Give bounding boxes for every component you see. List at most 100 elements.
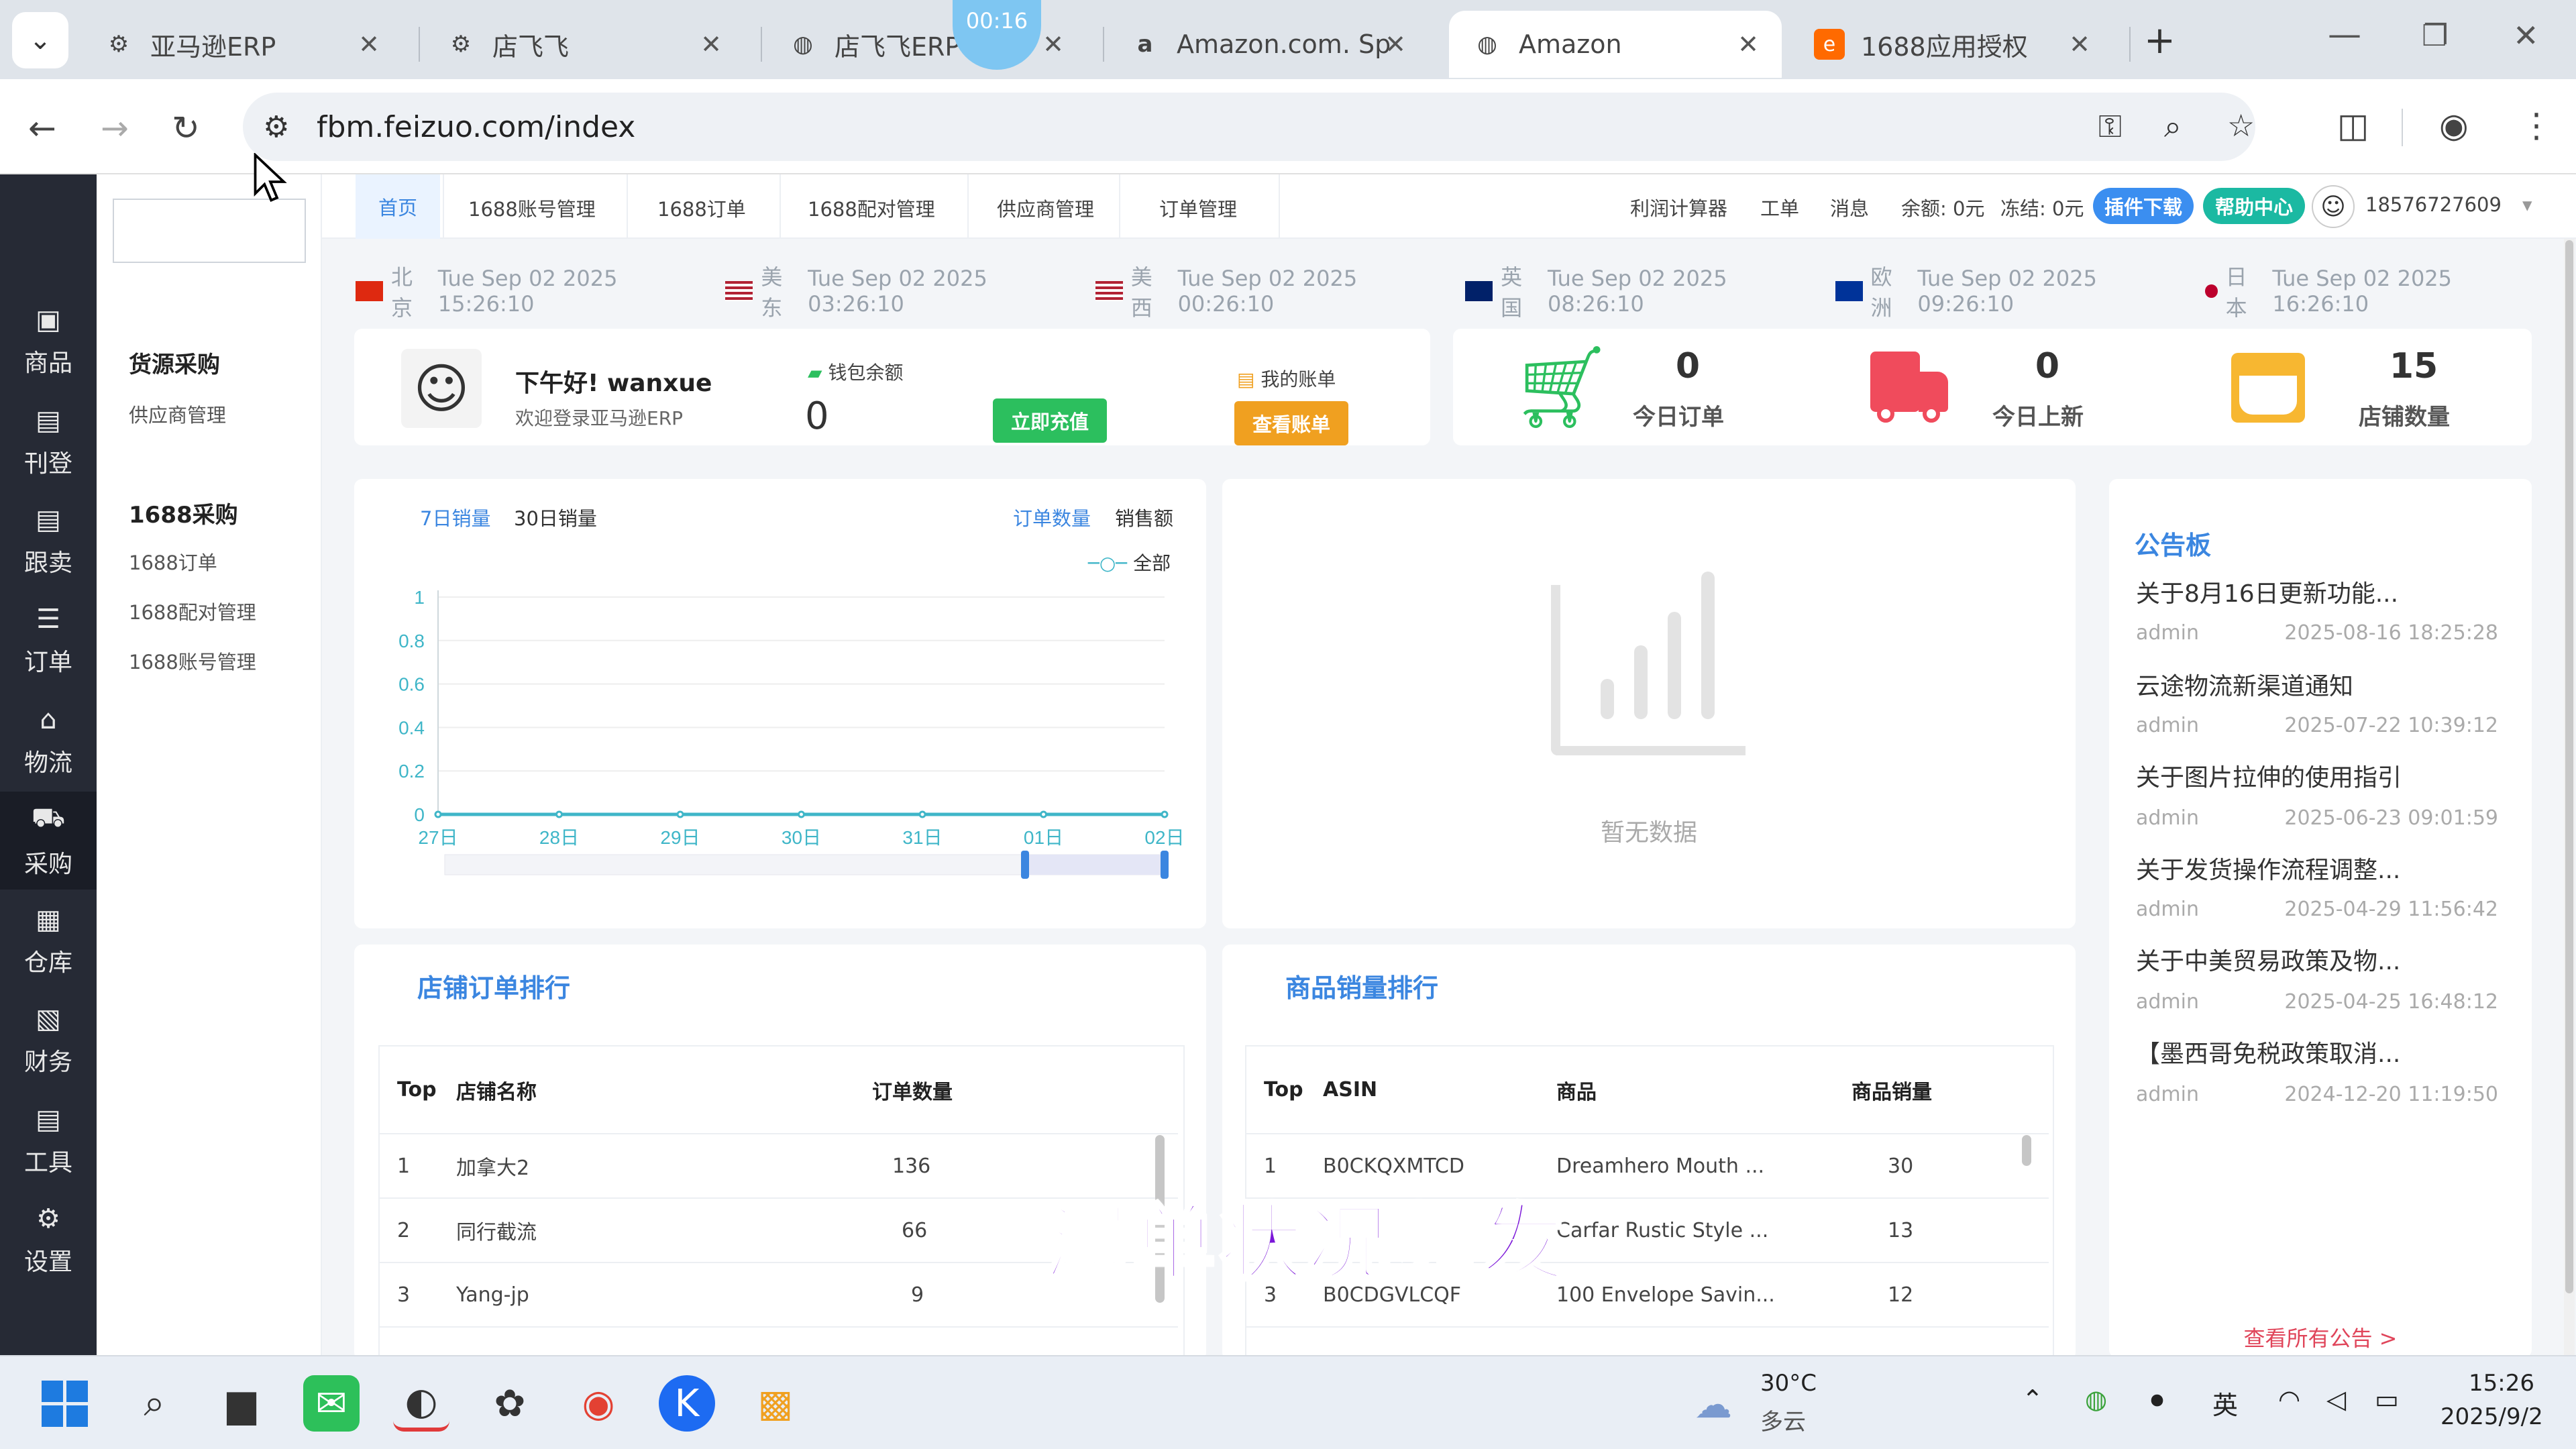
extensions-icon[interactable]: ◫ bbox=[2337, 106, 2369, 145]
minimize-icon[interactable]: — bbox=[2328, 15, 2361, 54]
sidebar-item-tools[interactable]: ▤ 工具 bbox=[0, 1092, 97, 1190]
tab-order-management[interactable]: 订单管理 bbox=[1159, 191, 1237, 225]
task-view-icon[interactable]: ▆ bbox=[213, 1375, 270, 1432]
restore-icon[interactable]: ❐ bbox=[2422, 19, 2448, 53]
new-tab-icon[interactable]: + bbox=[2144, 19, 2176, 62]
sidebar-item-orders[interactable]: ☰ 订单 bbox=[0, 592, 97, 690]
close-icon[interactable]: ✕ bbox=[700, 30, 722, 59]
chrome-icon[interactable]: ◉ bbox=[570, 1375, 627, 1432]
ai-app-icon[interactable]: ✿ bbox=[482, 1375, 538, 1432]
ime-indicator[interactable]: 英 bbox=[2212, 1385, 2238, 1421]
sidebar-item-purchase[interactable]: ⛟ 采购 bbox=[0, 792, 97, 890]
sub-sidebar-item-supplier[interactable]: 供应商管理 bbox=[129, 400, 226, 428]
ticket-link[interactable]: 工单 bbox=[1760, 193, 1799, 221]
sidebar-label: 订单 bbox=[23, 649, 72, 676]
help-center-button[interactable]: 帮助中心 bbox=[2203, 188, 2305, 224]
message-link[interactable]: 消息 bbox=[1830, 193, 1869, 221]
clock-time: Tue Sep 02 2025 00:26:10 bbox=[1177, 266, 1358, 317]
sidebar-item-goods[interactable]: ▣ 商品 bbox=[0, 292, 97, 390]
page-scrollbar-thumb[interactable] bbox=[2565, 240, 2573, 1293]
profit-calculator-link[interactable]: 利润计算器 bbox=[1630, 193, 1727, 221]
profile-icon[interactable]: ◉ bbox=[2439, 106, 2469, 145]
store-count-value: 15 bbox=[2389, 346, 2438, 386]
address-bar[interactable]: ⚙ fbm.feizuo.com/index ⚿ ⌕ ☆ bbox=[243, 93, 2255, 161]
reload-icon[interactable]: ↻ bbox=[172, 109, 200, 148]
battery-icon[interactable]: ▭ bbox=[2375, 1385, 2399, 1414]
sidebar-item-follow-sell[interactable]: ▤ 跟卖 bbox=[0, 492, 97, 590]
tab-suppliers[interactable]: 供应商管理 bbox=[997, 191, 1094, 225]
sidebar-item-warehouse[interactable]: ▦ 仓库 bbox=[0, 892, 97, 990]
zoom-icon[interactable]: ⌕ bbox=[2164, 108, 2182, 146]
sub-sidebar-item-1688-pairing[interactable]: 1688配对管理 bbox=[129, 597, 256, 625]
table-scrollbar[interactable] bbox=[2022, 1135, 2031, 1166]
notice-item-title[interactable]: 关于8月16日更新功能... bbox=[2136, 574, 2398, 609]
tab-title: Amazon.com. Sp bbox=[1177, 30, 1391, 59]
close-icon[interactable]: ✕ bbox=[358, 30, 380, 59]
clock-date[interactable]: 2025/9/2 bbox=[2440, 1403, 2543, 1430]
forward-icon[interactable]: → bbox=[101, 109, 129, 148]
k-app-icon[interactable]: K bbox=[659, 1375, 715, 1432]
logo-placeholder bbox=[113, 199, 306, 263]
sidebar-item-publish[interactable]: ▤ 刊登 bbox=[0, 393, 97, 491]
browser-tab-1[interactable]: ⚙ 亚马逊ERP ✕ bbox=[80, 11, 402, 78]
app-grid-icon[interactable]: ▩ bbox=[747, 1375, 804, 1432]
chat-app-icon[interactable]: ◐ bbox=[393, 1375, 449, 1432]
notice-item-title[interactable]: 关于中美贸易政策及物... bbox=[2136, 942, 2400, 977]
sidebar-item-logistics[interactable]: ⌂ 物流 bbox=[0, 692, 97, 790]
search-icon[interactable]: ⌕ bbox=[126, 1375, 182, 1432]
bookmark-star-icon[interactable]: ☆ bbox=[2227, 107, 2255, 144]
more-menu-icon[interactable]: ⋮ bbox=[2520, 106, 2553, 145]
windows-start-icon[interactable] bbox=[36, 1375, 93, 1432]
speaker-muted-icon[interactable]: ◁ bbox=[2326, 1385, 2346, 1414]
sub-sidebar-item-1688-accounts[interactable]: 1688账号管理 bbox=[129, 647, 256, 675]
main-sidebar: ▣ 商品 ▤ 刊登 ▤ 跟卖 ☰ 订单 ⌂ 物流 ⛟ 采购 ▦ 仓库 ▧ 财务 ▤ 工具 ⚙ 设置 bbox=[0, 174, 97, 1355]
today-new-label: 今日上新 bbox=[1992, 404, 2084, 431]
plugin-download-button[interactable]: 插件下载 bbox=[2093, 188, 2194, 224]
back-icon[interactable]: ← bbox=[28, 109, 56, 148]
app-tray-icon[interactable]: ◍ bbox=[2085, 1385, 2107, 1414]
tab-1688-pairing[interactable]: 1688配对管理 bbox=[808, 191, 935, 225]
recharge-button[interactable]: 立即充值 bbox=[993, 398, 1107, 443]
window-close-icon[interactable]: ✕ bbox=[2513, 17, 2539, 54]
chevron-down-icon[interactable]: ▾ bbox=[2522, 193, 2532, 216]
tab-search-button[interactable]: ⌄ bbox=[12, 12, 68, 68]
data-point bbox=[918, 810, 926, 818]
notice-item-title[interactable]: 【墨西哥免税政策取消... bbox=[2136, 1034, 2400, 1069]
tab-1688-accounts[interactable]: 1688账号管理 bbox=[468, 191, 596, 225]
product-name-cell: Dreamhero Mouth ... bbox=[1556, 1134, 1851, 1199]
notice-item-title[interactable]: 关于图片拉伸的使用指引 bbox=[2136, 758, 2402, 793]
page-scrollbar-track[interactable] bbox=[2564, 239, 2575, 1355]
empty-data-text: 暂无数据 bbox=[1600, 819, 1697, 847]
browser-tab-6[interactable]: e 1688应用授权 ✕ bbox=[1791, 11, 2113, 78]
close-icon[interactable]: ✕ bbox=[1737, 30, 1759, 59]
sub-sidebar-item-1688-orders[interactable]: 1688订单 bbox=[129, 547, 217, 576]
chevron-up-icon[interactable]: ⌃ bbox=[2022, 1385, 2043, 1414]
cart-icon: 🛒︎ bbox=[1511, 341, 1613, 434]
user-phone[interactable]: 18576727609 bbox=[2365, 193, 2502, 216]
wechat-icon[interactable]: ✉ bbox=[303, 1375, 360, 1432]
view-all-notices-link[interactable]: 查看所有公告 > bbox=[2109, 1322, 2532, 1352]
close-icon[interactable]: ✕ bbox=[1385, 30, 1406, 59]
browser-tab-4[interactable]: a Amazon.com. Sp ✕ bbox=[1107, 11, 1429, 78]
browser-tab-5-active[interactable]: ◍ Amazon ✕ bbox=[1449, 11, 1782, 78]
close-icon[interactable]: ✕ bbox=[1042, 30, 1064, 59]
wifi-icon[interactable]: ◠ bbox=[2278, 1385, 2300, 1414]
sidebar-item-settings[interactable]: ⚙ 设置 bbox=[0, 1191, 97, 1289]
notice-item-title[interactable]: 关于发货操作流程调整... bbox=[2136, 851, 2400, 885]
microphone-icon[interactable]: ⏺ bbox=[2151, 1385, 2163, 1415]
warehouse-icon: ▦ bbox=[36, 904, 61, 935]
tab-1688-orders[interactable]: 1688订单 bbox=[657, 191, 746, 225]
tab-divider bbox=[1103, 27, 1104, 62]
site-settings-icon[interactable]: ⚙ bbox=[263, 110, 289, 144]
close-icon[interactable]: ✕ bbox=[2069, 30, 2090, 59]
clock-time[interactable]: 15:26 bbox=[2469, 1370, 2534, 1397]
browser-tab-2[interactable]: ⚙ 店飞飞 ✕ bbox=[423, 11, 745, 78]
tab-home[interactable]: 首页 bbox=[356, 174, 441, 239]
sidebar-item-finance[interactable]: ▧ 财务 bbox=[0, 991, 97, 1089]
key-icon[interactable]: ⚿ bbox=[2098, 108, 2122, 146]
rank-cell: 2 bbox=[380, 1198, 456, 1263]
avatar[interactable]: ☺ bbox=[2312, 185, 2355, 228]
view-bill-button[interactable]: 查看账单 bbox=[1234, 401, 1348, 445]
table-header-row: Top ASIN 商品 商品销量 bbox=[1246, 1046, 2049, 1134]
notice-item-title[interactable]: 云途物流新渠道通知 bbox=[2136, 667, 2353, 702]
